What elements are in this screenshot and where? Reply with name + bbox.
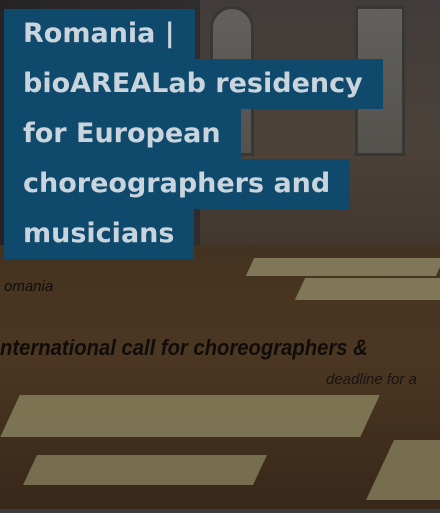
title-line[interactable]: musicians: [4, 209, 195, 259]
article-title[interactable]: Romania | bioAREALab residency for Europ…: [4, 9, 424, 259]
title-line[interactable]: bioAREALab residency: [4, 59, 383, 109]
article-card[interactable]: omania nternational call for choreograph…: [0, 0, 440, 513]
title-line[interactable]: Romania |: [4, 9, 195, 59]
card-bottom-border: [0, 509, 440, 513]
title-line[interactable]: for European: [4, 109, 241, 159]
title-line[interactable]: choreographers and: [4, 159, 351, 209]
